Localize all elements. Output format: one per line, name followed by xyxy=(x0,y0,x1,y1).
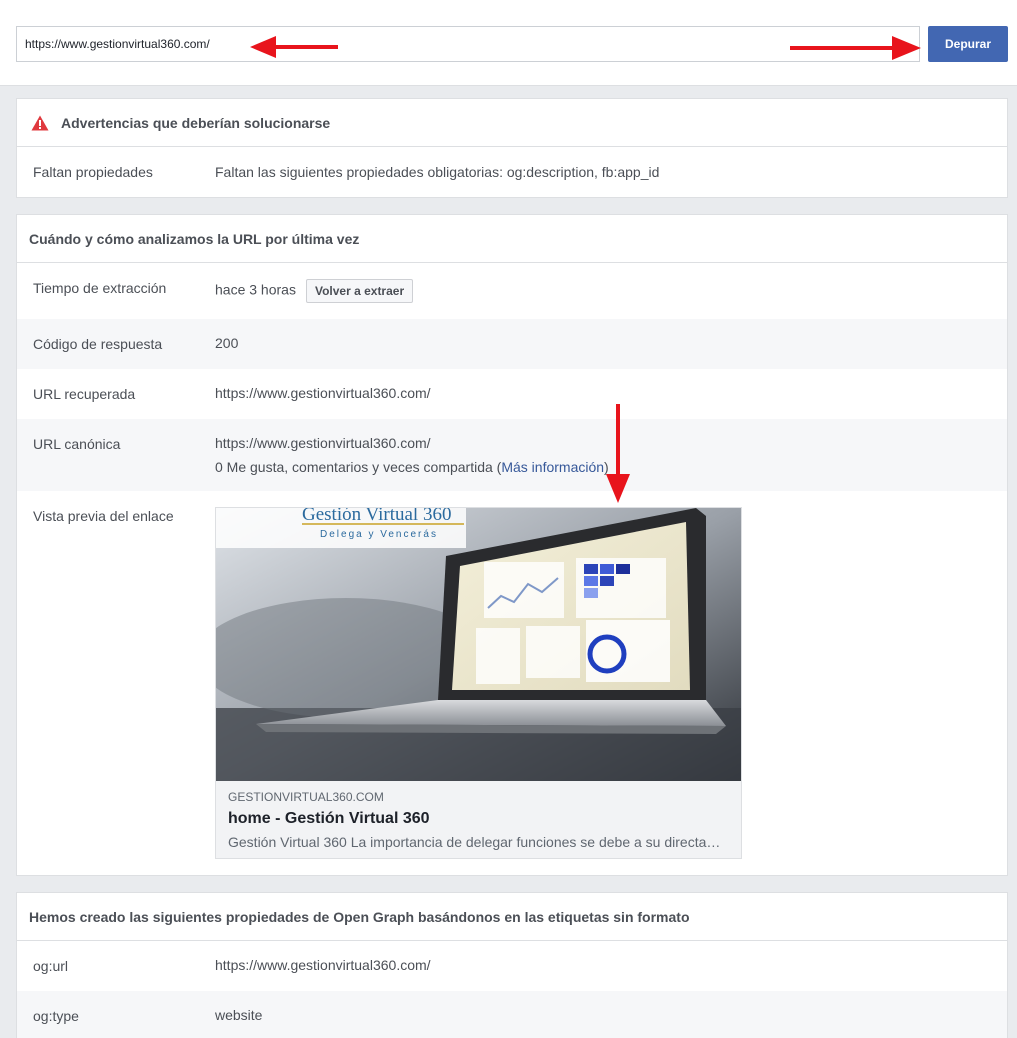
response-code-label: Código de respuesta xyxy=(33,336,163,352)
preview-image-brand: Gestión Virtual 360 xyxy=(302,508,451,525)
warning-row: Faltan propiedades Faltan las siguientes… xyxy=(17,147,1007,197)
fetch-time-row: Tiempo de extracción hace 3 horas Volver … xyxy=(17,263,1007,319)
response-code-value: 200 xyxy=(215,335,239,351)
warnings-title: Advertencias que deberían solucionarse xyxy=(61,114,331,131)
og-type-row: og:type website xyxy=(17,991,1007,1038)
canonical-url-link[interactable]: https://www.gestionvirtual360.com/ xyxy=(215,435,431,451)
link-preview-row: Vista previa del enlace Gestión Virtual … xyxy=(17,491,1007,875)
scrape-header: Cuándo y cómo analizamos la URL por últi… xyxy=(17,215,1007,263)
engagement-text: 0 Me gusta, comentarios y veces comparti… xyxy=(215,459,502,475)
debug-button[interactable]: Depurar xyxy=(928,26,1008,62)
opengraph-header: Hemos creado las siguientes propiedades … xyxy=(17,893,1007,941)
engagement-close: ) xyxy=(604,459,609,475)
og-type-label: og:type xyxy=(33,1008,79,1024)
fetched-url-label: URL recuperada xyxy=(33,386,136,402)
opengraph-card: Hemos creado las siguientes propiedades … xyxy=(16,892,1008,1038)
scrape-info-card: Cuándo y cómo analizamos la URL por últi… xyxy=(16,214,1008,876)
warnings-header: Advertencias que deberían solucionarse xyxy=(17,99,1007,147)
response-code-row: Código de respuesta 200 xyxy=(17,319,1007,369)
refetch-button[interactable]: Volver a extraer xyxy=(305,279,414,303)
link-preview-card[interactable]: Gestión Virtual 360 Delega y Vencerás GE… xyxy=(215,507,742,859)
preview-image: Gestión Virtual 360 Delega y Vencerás xyxy=(216,508,741,781)
warning-triangle-icon xyxy=(31,115,49,130)
og-type-value: website xyxy=(215,1007,263,1023)
scrape-title: Cuándo y cómo analizamos la URL por últi… xyxy=(29,230,360,247)
fetched-url-link[interactable]: https://www.gestionvirtual360.com/ xyxy=(215,385,431,401)
og-url-label: og:url xyxy=(33,958,69,974)
more-info-link[interactable]: Más información xyxy=(501,459,604,475)
preview-title: home - Gestión Virtual 360 xyxy=(228,810,430,827)
canonical-url-row: URL canónica https://www.gestionvirtual3… xyxy=(17,419,1007,491)
url-input[interactable] xyxy=(16,26,920,62)
warnings-card: Advertencias que deberían solucionarse F… xyxy=(16,98,1008,198)
opengraph-title: Hemos creado las siguientes propiedades … xyxy=(29,908,690,925)
preview-image-tagline: Delega y Vencerás xyxy=(320,529,438,540)
fetched-url-row: URL recuperada https://www.gestionvirtua… xyxy=(17,369,1007,419)
link-preview-label: Vista previa del enlace xyxy=(33,508,174,524)
og-url-value: https://www.gestionvirtual360.com/ xyxy=(215,957,431,973)
fetch-time-value: hace 3 horas xyxy=(215,281,296,298)
fetch-time-value-wrap: hace 3 horas Volver a extraer xyxy=(215,279,414,303)
canonical-url-label: URL canónica xyxy=(33,436,121,452)
warning-value: Faltan las siguientes propiedades obliga… xyxy=(215,164,660,180)
og-url-row: og:url https://www.gestionvirtual360.com… xyxy=(17,941,1007,991)
fetch-time-label: Tiempo de extracción xyxy=(33,280,167,296)
warning-label: Faltan propiedades xyxy=(33,164,153,180)
preview-description: Gestión Virtual 360 La importancia de de… xyxy=(228,834,721,850)
preview-domain: GESTIONVIRTUAL360.COM xyxy=(228,790,384,804)
engagement-text-wrap: 0 Me gusta, comentarios y veces comparti… xyxy=(215,459,609,475)
debugger-toolbar: Depurar xyxy=(0,0,1017,86)
